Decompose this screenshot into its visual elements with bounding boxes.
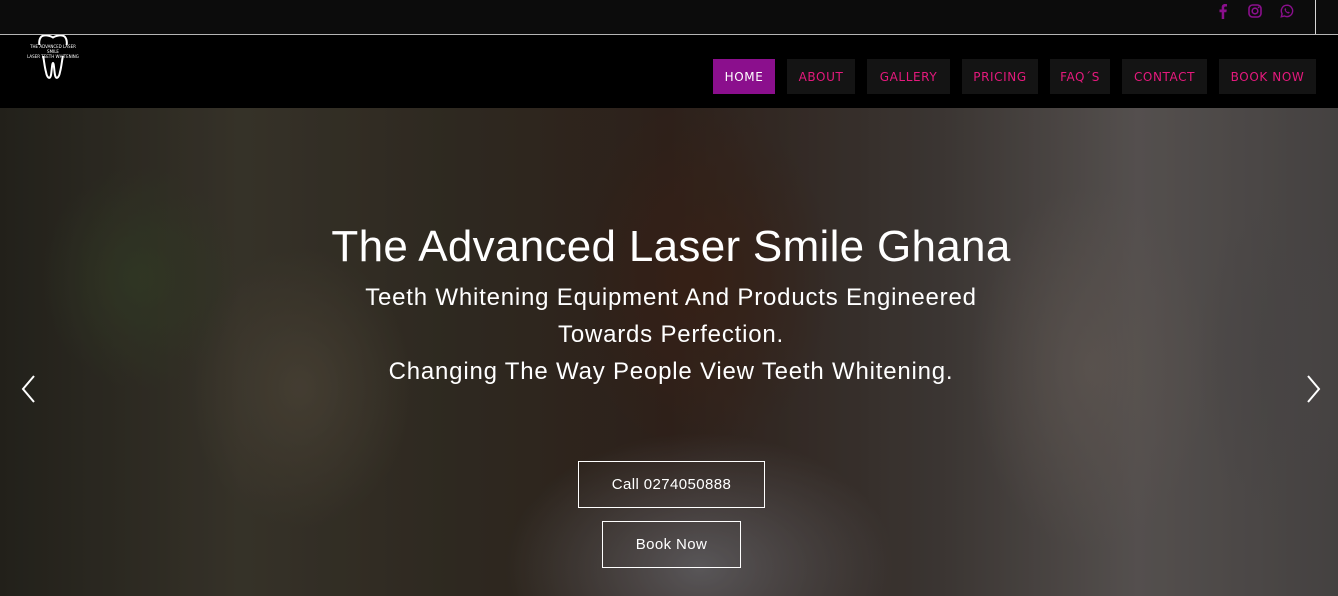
book-now-button[interactable]: Book Now (602, 521, 741, 568)
hero-tagline-1: Teeth Whitening Equipment And Products E… (365, 284, 977, 311)
nav-home[interactable]: HOME (713, 59, 775, 94)
hero-tagline-3: Changing The Way People View Teeth White… (388, 358, 954, 385)
facebook-icon[interactable] (1216, 2, 1230, 20)
call-button[interactable]: Call 0274050888 (578, 461, 765, 508)
chevron-right-icon[interactable] (1303, 374, 1323, 404)
hero-slider: The Advanced Laser Smile Ghana Teeth Whi… (0, 108, 1338, 596)
nav-book-now[interactable]: BOOK NOW (1219, 59, 1316, 94)
whatsapp-icon[interactable] (1279, 2, 1295, 20)
nav-gallery[interactable]: GALLERY (867, 59, 950, 94)
logo-text: THE ADVANCED LASER SMILE LASER TEETH WHI… (27, 44, 79, 59)
hero-tagline-2: Towards Perfection. (558, 321, 784, 348)
hero-title: The Advanced Laser Smile Ghana (331, 222, 1011, 271)
topbar-divider (1315, 0, 1316, 34)
nav-pricing[interactable]: PRICING (962, 59, 1038, 94)
nav-contact[interactable]: CONTACT (1122, 59, 1207, 94)
chevron-left-icon[interactable] (19, 374, 39, 404)
navbar: THE ADVANCED LASER SMILE LASER TEETH WHI… (0, 34, 1338, 108)
instagram-icon[interactable] (1247, 2, 1263, 20)
nav-about[interactable]: ABOUT (787, 59, 855, 94)
tooth-icon (31, 34, 75, 79)
site-logo[interactable]: THE ADVANCED LASER SMILE LASER TEETH WHI… (27, 34, 79, 85)
top-bar (0, 0, 1338, 35)
nav-faqs[interactable]: FAQ´S (1050, 59, 1110, 94)
